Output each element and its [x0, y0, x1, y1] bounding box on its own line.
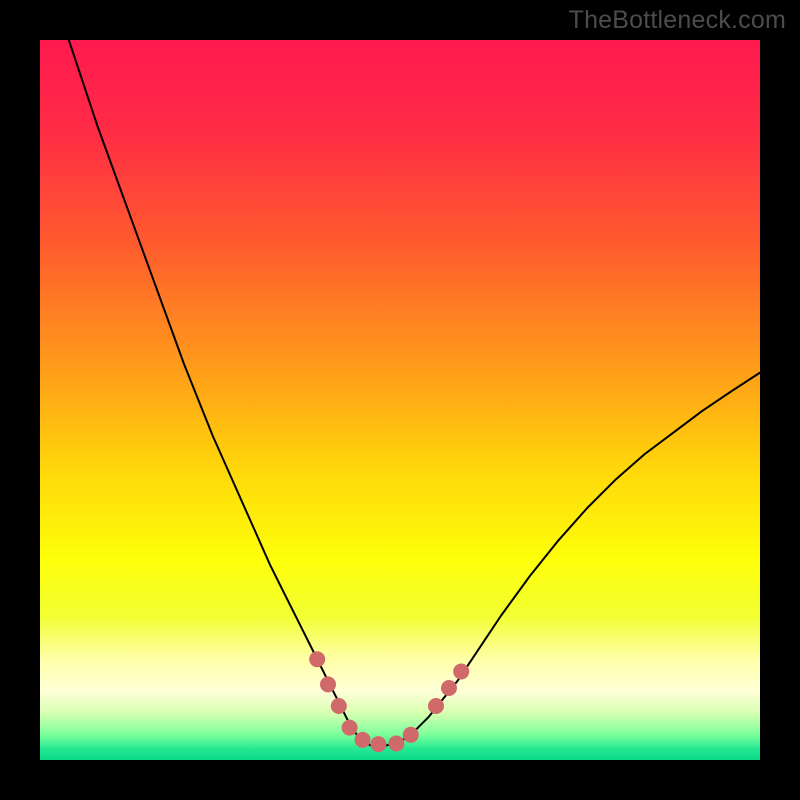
chart-frame: TheBottleneck.com [0, 0, 800, 800]
highlight-dot [331, 698, 347, 714]
highlight-dot [320, 676, 336, 692]
highlight-dot [342, 720, 358, 736]
highlight-dot [441, 680, 457, 696]
plot-area [40, 40, 760, 760]
bottleneck-curve [69, 40, 760, 746]
highlight-dot [403, 727, 419, 743]
highlight-dot [428, 698, 444, 714]
highlight-dot [388, 735, 404, 751]
highlight-dot [370, 736, 386, 752]
curve-layer [40, 40, 760, 760]
highlight-dot [453, 663, 469, 679]
highlight-dot [309, 651, 325, 667]
watermark-text: TheBottleneck.com [569, 6, 786, 35]
highlight-dot [355, 732, 371, 748]
